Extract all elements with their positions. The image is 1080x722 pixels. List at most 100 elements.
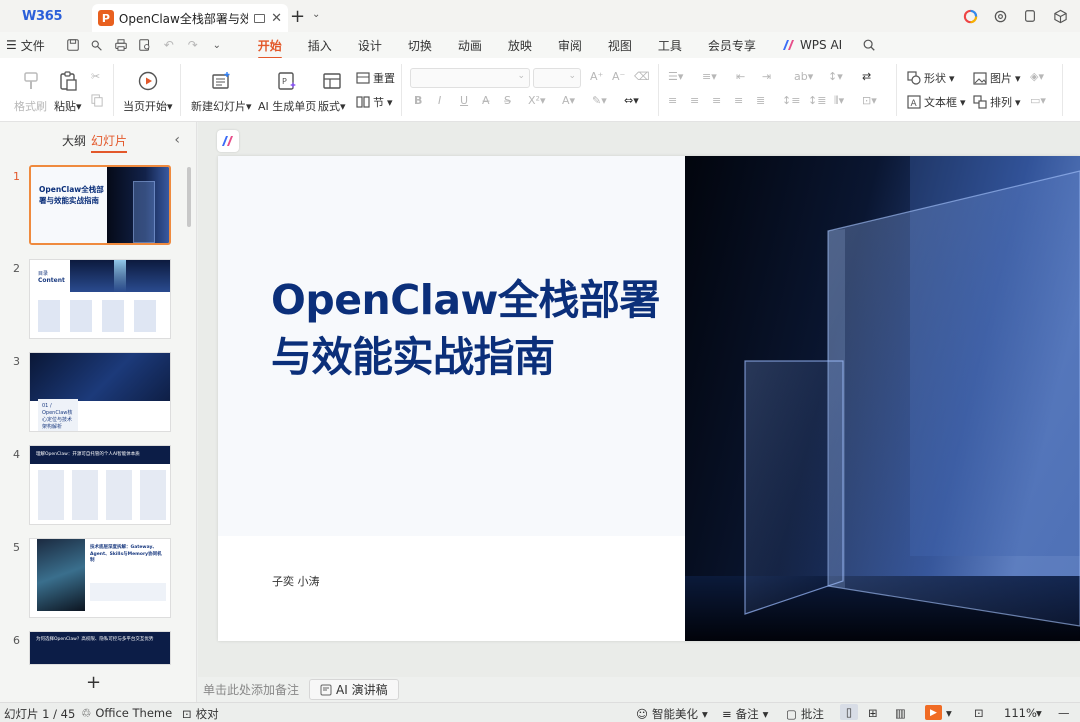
align-center-icon[interactable]: ≡ [690, 94, 699, 107]
ai-speech-script-button[interactable]: AI 演讲稿 [309, 679, 399, 700]
theme-indicator[interactable]: ♲ Office Theme [81, 706, 172, 720]
current-slide[interactable]: OpenClaw全栈部署与效能实战指南 子奕 小涛 [218, 156, 1080, 641]
character-spacing-icon[interactable]: ⇔▾ [624, 94, 639, 107]
font-color-icon[interactable]: A▾ [562, 94, 575, 107]
reset-button[interactable]: 重置 [356, 70, 395, 86]
slide-thumbnail-1[interactable]: OpenClaw全栈部署与效能实战指南 [29, 165, 171, 245]
ai-assistant-button[interactable] [217, 130, 239, 152]
clear-format-icon[interactable]: ⌫ [634, 70, 650, 83]
window-icon[interactable] [1022, 8, 1038, 24]
menu-home[interactable]: 开始 [257, 37, 282, 59]
ai-generate-slide-button[interactable]: P AI 生成单页 [258, 68, 316, 114]
menu-insert[interactable]: 插入 [308, 37, 332, 54]
menu-design[interactable]: 设计 [358, 37, 382, 54]
slide-title[interactable]: OpenClaw全栈部署与效能实战指南 [271, 272, 671, 386]
proofread-button[interactable]: ⊡ 校对 [182, 706, 219, 722]
align-right-icon[interactable]: ≡ [712, 94, 721, 107]
quick-access-chevron-icon[interactable]: ⌄ [207, 35, 227, 55]
fill-icon[interactable]: ◈▾ [1030, 70, 1044, 83]
export-icon[interactable] [87, 35, 107, 55]
zoom-level[interactable]: 111% [1004, 706, 1037, 720]
menu-member[interactable]: 会员专享 [708, 37, 756, 54]
copy-icon[interactable] [91, 94, 104, 107]
slideshow-options-chevron[interactable]: ▾ [946, 706, 952, 720]
document-tab[interactable]: P OpenClaw全栈部署与效能实战指南 ✕ [92, 4, 288, 32]
font-family-select[interactable]: ⌄ [410, 68, 530, 88]
cube-icon[interactable] [1052, 8, 1068, 24]
picture-button[interactable]: 图片 ▾ [973, 70, 1021, 86]
slide-thumbnail-5[interactable]: 技术底层深度拆解：Gateway、Agent、Skills与Memory协同机制 [29, 538, 171, 618]
slide-authors[interactable]: 子奕 小涛 [272, 573, 320, 589]
account-ring-icon[interactable] [962, 8, 978, 24]
paragraph-spacing-icon[interactable]: ↕≣ [808, 94, 826, 107]
save-icon[interactable] [63, 35, 83, 55]
convert-icon[interactable]: ⇄ [862, 70, 871, 83]
justify-icon[interactable]: ≡ [734, 94, 743, 107]
line-spacing-icon[interactable]: ↕≡ [782, 94, 800, 107]
slide-thumbnail-2[interactable]: 目录 Content [29, 259, 171, 339]
italic-icon[interactable]: I [438, 94, 441, 107]
print-preview-icon[interactable] [135, 35, 155, 55]
outline-icon[interactable]: ▭▾ [1030, 94, 1046, 107]
zoom-chevron-icon[interactable]: ▾ [1036, 706, 1042, 720]
layout-button[interactable]: 版式▾ [318, 68, 346, 114]
normal-view-icon[interactable]: ▯ [840, 704, 858, 720]
glass-panels-image[interactable] [685, 156, 1080, 641]
columns-icon[interactable]: ⫴▾ [834, 94, 844, 108]
format-painter-button[interactable]: 格式刷 [14, 68, 47, 114]
slide-sorter-icon[interactable]: ⊞ [868, 706, 878, 720]
underline-icon[interactable]: U [460, 94, 468, 107]
decrease-indent-icon[interactable]: ⇤ [736, 70, 745, 83]
reading-view-icon[interactable]: ▥ [895, 706, 906, 720]
print-icon[interactable] [111, 35, 131, 55]
tab-slides[interactable]: 幻灯片 [91, 132, 128, 153]
menu-view[interactable]: 视图 [608, 37, 632, 54]
sort-icon[interactable]: ↕▾ [828, 70, 843, 83]
decrease-font-icon[interactable]: A⁻ [612, 70, 625, 83]
text-box-align-icon[interactable]: ⊡▾ [862, 94, 877, 107]
fit-window-icon[interactable]: ⊡ [974, 706, 984, 720]
slide-thumbnail-3[interactable]: 01 / OpenClaw核心定位与技术架构解析 [29, 352, 171, 432]
distribute-icon[interactable]: ≣ [756, 94, 765, 107]
paste-button[interactable]: 粘贴▾ [54, 68, 82, 114]
slide-thumbnail-4[interactable]: 理解OpenClaw：开源可自托管的个人AI智能体本质 [29, 445, 171, 525]
bold-icon[interactable]: B [414, 94, 422, 107]
tab-outline[interactable]: 大纲 [62, 132, 86, 149]
thumbnail-scrollbar[interactable] [187, 167, 191, 227]
slideshow-play-icon[interactable]: ▶ [925, 705, 942, 720]
new-slide-button[interactable]: 新建幻灯片▾ [191, 68, 252, 114]
collapse-panel-icon[interactable]: ‹ [174, 132, 180, 148]
add-slide-plus-icon[interactable]: + [86, 672, 101, 693]
section-button[interactable]: 节 ▾ [356, 94, 393, 110]
menu-slideshow[interactable]: 放映 [508, 37, 532, 54]
increase-indent-icon[interactable]: ⇥ [762, 70, 771, 83]
menu-transitions[interactable]: 切换 [408, 37, 432, 54]
comments-button[interactable]: ▢ 批注 [786, 706, 824, 722]
arrange-button[interactable]: 排列 ▾ [973, 94, 1021, 110]
menu-wps-ai[interactable]: WPS AI [782, 38, 842, 52]
strikethrough-icon[interactable]: A̶ [482, 94, 490, 107]
app-logo[interactable]: W365 [0, 0, 90, 32]
cut-icon[interactable]: ✂ [91, 70, 100, 83]
numbering-icon[interactable]: ≡▾ [702, 70, 717, 83]
redo-icon[interactable]: ↷ [183, 35, 203, 55]
notes-placeholder[interactable]: 单击此处添加备注 [203, 681, 299, 698]
shape-button[interactable]: 形状 ▾ [907, 70, 955, 86]
textbox-button[interactable]: A 文本框 ▾ [907, 94, 966, 110]
highlight-icon[interactable]: ✎▾ [592, 94, 607, 107]
undo-icon[interactable]: ↶ [159, 35, 179, 55]
chat-icon[interactable] [992, 8, 1008, 24]
file-menu[interactable]: ☰ 文件 [6, 37, 45, 54]
smart-beautify-button[interactable]: ☺ 智能美化 ▾ [636, 706, 708, 722]
align-left-icon[interactable]: ≡ [668, 94, 677, 107]
text-direction-icon[interactable]: ab▾ [794, 70, 813, 83]
play-from-current-button[interactable]: 当页开始▾ [123, 68, 173, 114]
new-tab-plus-icon[interactable]: + [290, 6, 305, 27]
slide-thumbnail-6[interactable]: 为何选择OpenClaw？高权限、隐私可控与多平台交互优势 [29, 631, 171, 665]
superscript-icon[interactable]: X²▾ [528, 94, 545, 107]
monitor-icon[interactable] [254, 13, 266, 23]
font-size-select[interactable]: ⌄ [533, 68, 581, 88]
zoom-slider[interactable]: — [1058, 706, 1070, 720]
tab-list-chevron-icon[interactable]: ⌄ [312, 9, 320, 20]
increase-font-icon[interactable]: A⁺ [590, 70, 603, 83]
